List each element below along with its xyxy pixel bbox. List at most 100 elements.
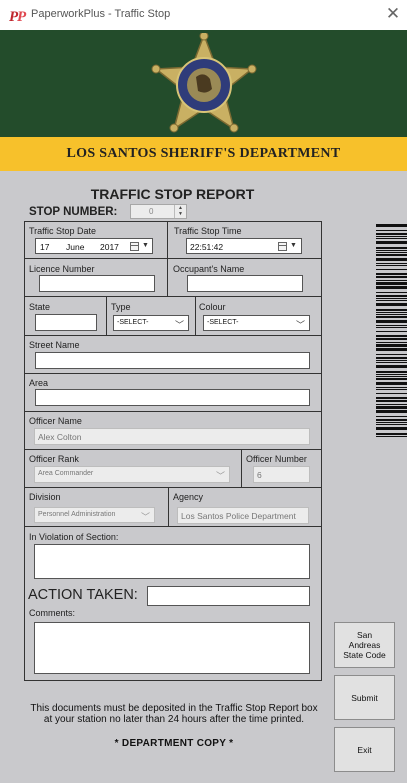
exit-button-label: Exit — [357, 744, 372, 755]
divider — [167, 221, 168, 296]
barcode-stripe — [376, 393, 407, 394]
licence-number-input[interactable] — [39, 275, 155, 292]
barcode-stripe — [376, 282, 407, 285]
barcode-stripe — [376, 241, 407, 244]
divider — [106, 296, 107, 335]
division-value: Personnel Administration — [38, 511, 116, 518]
state-label: State — [29, 302, 51, 312]
state-code-button-label: San Andreas State Code — [343, 630, 386, 660]
barcode-stripe — [376, 382, 407, 385]
barcode-stripe — [376, 406, 407, 409]
area-input[interactable] — [35, 389, 310, 406]
stop-date-month: June — [66, 242, 85, 252]
officer-number-label: Officer Number — [246, 454, 307, 464]
barcode-stripe — [376, 300, 407, 301]
calendar-icon[interactable] — [278, 242, 287, 251]
barcode-stripe — [376, 314, 407, 315]
type-select[interactable]: -SELECT- ﹀ — [113, 315, 189, 331]
barcode-stripe — [376, 325, 407, 326]
officer-name-field: Alex Colton — [34, 428, 310, 445]
chevron-down-icon[interactable]: ﹀ — [296, 318, 305, 331]
state-code-button[interactable]: San Andreas State Code — [334, 622, 395, 668]
action-taken-input[interactable] — [147, 586, 310, 606]
barcode-stripe — [376, 389, 407, 390]
stop-number-stepper[interactable]: 0 ▲ ▼ — [130, 204, 187, 219]
barcode-stripe — [376, 236, 407, 237]
street-label: Street Name — [29, 340, 80, 350]
barcode-stripe — [376, 360, 407, 361]
barcode-stripe — [376, 247, 407, 249]
report-title: TRAFFIC STOP REPORT — [90, 186, 255, 202]
barcode-stripe — [376, 354, 407, 355]
barcode-stripe — [376, 316, 407, 318]
exit-button[interactable]: Exit — [334, 727, 395, 772]
barcode-stripe — [376, 224, 407, 227]
barcode-stripe — [376, 292, 407, 293]
stop-time-picker[interactable]: 22:51:42 ▼ — [186, 238, 302, 254]
stop-time-label: Traffic Stop Time — [174, 226, 242, 236]
colour-select[interactable]: -SELECT- ﹀ — [203, 315, 310, 331]
chevron-down-icon: ﹀ — [140, 512, 150, 522]
barcode-stripe — [376, 286, 407, 289]
barcode-stripe — [376, 371, 407, 373]
barcode-stripe — [376, 397, 407, 399]
colour-selected-value: -SELECT- — [207, 319, 239, 326]
officer-name-value: Alex Colton — [38, 432, 82, 442]
barcode-stripe — [376, 362, 407, 363]
svg-text:P: P — [17, 9, 27, 24]
submit-button[interactable]: Submit — [334, 675, 395, 720]
stop-date-year: 2017 — [100, 242, 119, 252]
occupant-name-input[interactable] — [187, 275, 303, 292]
chevron-down-icon: ﹀ — [215, 471, 225, 481]
barcode-stripe — [376, 273, 407, 275]
chevron-down-icon[interactable]: ▼ — [290, 242, 297, 249]
stop-date-label: Traffic Stop Date — [29, 226, 97, 236]
officer-rank-value: Area Commander — [38, 470, 94, 477]
barcode-stripe — [376, 348, 407, 351]
state-input[interactable] — [35, 314, 97, 331]
calendar-icon[interactable] — [130, 242, 139, 251]
barcode-stripe — [376, 331, 407, 332]
barcode-stripe — [376, 338, 407, 340]
barcode-stripe — [376, 233, 407, 235]
barcode-stripe — [376, 376, 407, 377]
barcode-stripe — [376, 303, 407, 306]
barcode-stripe — [376, 309, 407, 311]
agency-label: Agency — [173, 492, 204, 502]
barcode-stripe — [376, 365, 407, 368]
barcode-stripe — [376, 250, 407, 251]
barcode-stripe — [376, 374, 407, 375]
barcode-stripe — [376, 400, 407, 402]
divider — [24, 335, 322, 336]
barcode-stripe — [376, 422, 407, 423]
violation-textarea[interactable] — [34, 544, 310, 579]
divider — [24, 526, 322, 527]
pp-logo-icon: P P — [9, 9, 27, 24]
barcode-stripe — [376, 263, 407, 264]
barcode-stripe — [376, 327, 407, 328]
divider — [24, 487, 322, 488]
division-select: Personnel Administration ﹀ — [34, 507, 155, 523]
chevron-down-icon[interactable]: ▼ — [142, 242, 149, 249]
stop-date-picker[interactable]: 17 June 2017 ▼ — [35, 238, 153, 254]
barcode-stripe — [376, 404, 407, 405]
divider — [24, 258, 322, 259]
officer-number-value: 6 — [257, 470, 262, 480]
stop-date-day: 17 — [40, 242, 50, 252]
barcode-stripe — [376, 265, 407, 266]
barcode-stripe — [376, 295, 407, 297]
comments-textarea[interactable] — [34, 622, 310, 674]
barcode-stripe — [376, 344, 407, 347]
street-name-input[interactable] — [35, 352, 310, 369]
barcode-stripe — [376, 312, 407, 313]
divider — [24, 449, 322, 450]
barcode-stripe — [376, 378, 407, 380]
barcode-stripe — [376, 335, 407, 337]
chevron-down-icon[interactable]: ﹀ — [175, 318, 184, 331]
department-title: LOS SANTOS SHERIFF'S DEPARTMENT — [66, 146, 341, 161]
barcode-stripe — [376, 276, 407, 278]
close-icon[interactable]: ✕ — [384, 4, 402, 24]
spin-arrows-icon[interactable]: ▲ ▼ — [174, 205, 186, 218]
barcode — [376, 224, 407, 437]
violation-label: In Violation of Section: — [29, 532, 119, 542]
